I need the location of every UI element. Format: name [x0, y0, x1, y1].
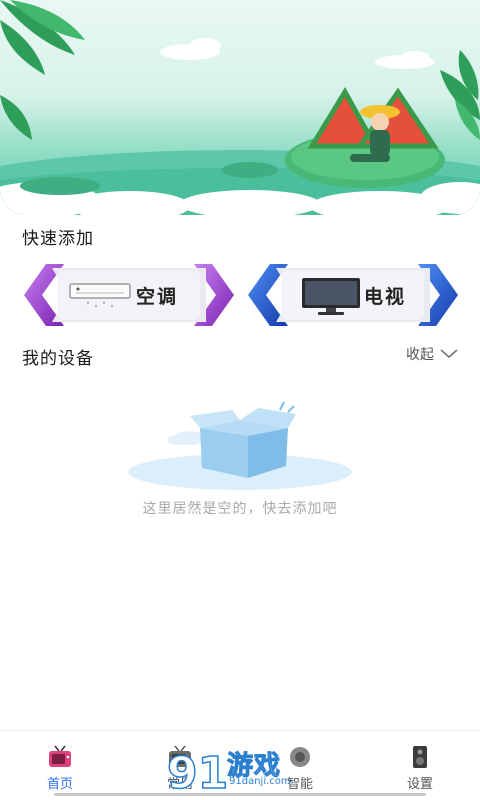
tab-home-label: 首页 — [46, 777, 73, 792]
quick-add-air-conditioner[interactable]: 空调 — [24, 262, 234, 328]
banner-illustration — [0, 0, 480, 215]
tab-home[interactable]: 首页 — [0, 731, 120, 800]
tv-icon — [302, 278, 360, 315]
quick-add-air-conditioner-label: 空调 — [136, 286, 179, 308]
collapse-toggle[interactable]: 收起 — [406, 344, 458, 364]
watermark-url: 91danji.com — [229, 776, 291, 787]
quick-add-tv-label: 电视 — [364, 286, 407, 308]
quick-add-title: 快速添加 — [22, 229, 94, 249]
tv-home-icon — [49, 745, 71, 767]
collapse-label: 收起 — [406, 347, 434, 363]
chevron-down-icon — [440, 349, 458, 359]
svg-text:91: 91 — [167, 748, 227, 799]
watermark-logo: 91 游戏 91danji.com — [165, 742, 315, 800]
empty-state-text: 这里居然是空的，快去添加吧 — [142, 501, 338, 517]
speaker-icon — [413, 746, 427, 768]
empty-box-illustration — [128, 401, 352, 490]
home-indicator — [54, 793, 426, 796]
my-devices-title: 我的设备 — [22, 349, 94, 369]
tab-settings[interactable]: 设置 — [360, 731, 480, 800]
quick-add-tv[interactable]: 电视 — [248, 262, 458, 328]
tab-settings-label: 设置 — [406, 777, 433, 792]
watermark-91-icon: 91 — [166, 747, 229, 800]
air-conditioner-icon — [69, 283, 131, 308]
